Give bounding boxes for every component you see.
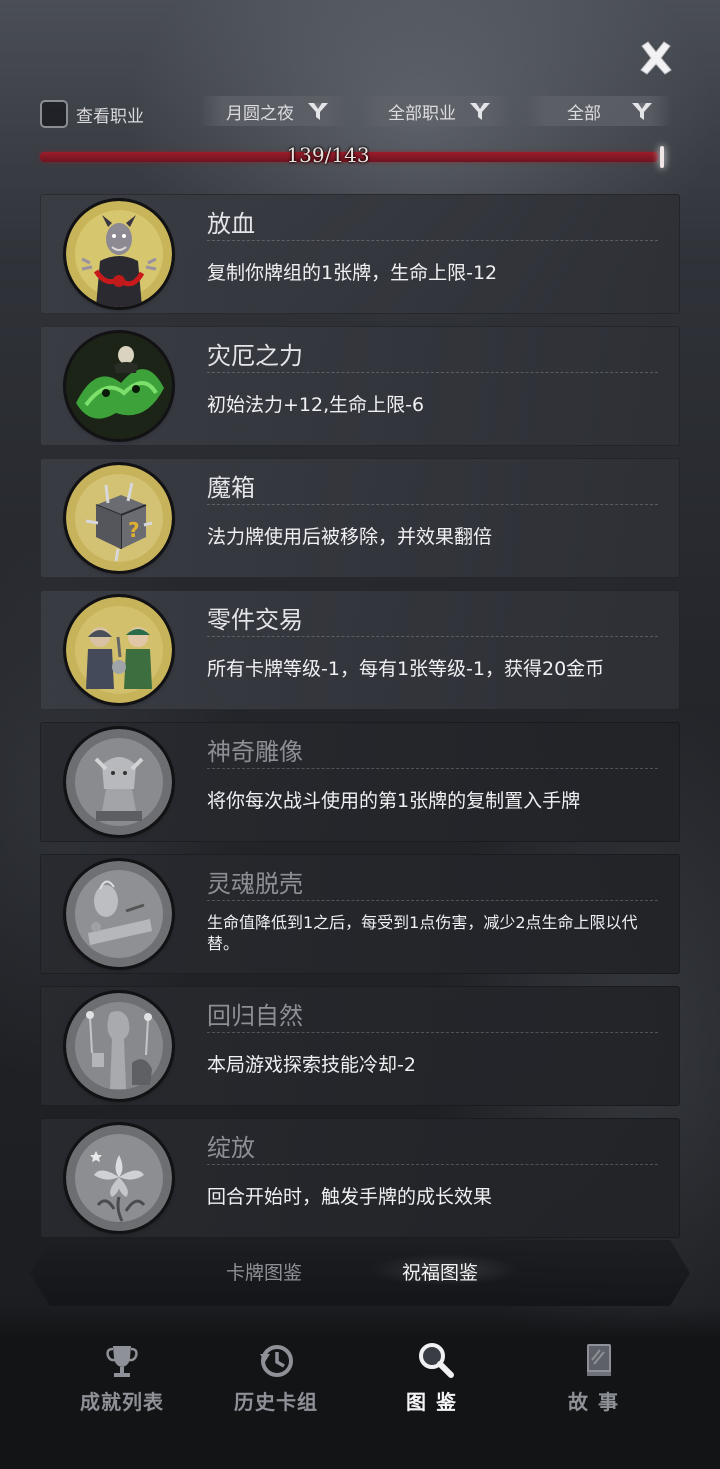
blessing-card[interactable]: 灵魂脱壳 生命值降低到1之后，每受到1点伤害，减少2点生命上限以代替。 [40,854,680,974]
show-class-checkbox[interactable] [40,100,68,128]
bottom-nav: 成就列表 历史卡组 图鉴 故事 [0,1306,720,1469]
show-class-toggle[interactable]: 查看职业 [40,100,144,128]
calamity-power-portrait [66,333,172,439]
status-filter-label: 全部 [567,103,601,124]
blessing-card[interactable]: ? 魔箱 法力牌使用后被移除，并效果翻倍 [40,458,680,578]
blessing-card[interactable]: 神奇雕像 将你每次战斗使用的第1张牌的复制置入手牌 [40,722,680,842]
parts-trade-portrait [66,597,172,703]
blessing-title: 零件交易 [207,606,303,634]
blessing-card[interactable]: 放血 复制你牌组的1张牌，生命上限-12 [40,194,680,314]
blessing-title: 放血 [207,210,255,238]
nav-history-label: 历史卡组 [234,1390,318,1414]
show-class-label: 查看职业 [76,106,144,127]
class-filter-dropdown[interactable]: 全部职业 [362,96,510,126]
tab-blessing-codex[interactable]: 祝福图鉴 [402,1258,478,1285]
divider [207,504,658,505]
blessing-card[interactable]: 回归自然 本局游戏探索技能冷却-2 [40,986,680,1106]
nav-codex-label: 图鉴 [406,1390,466,1414]
blessing-title: 灵魂脱壳 [207,870,303,898]
nav-history-decks[interactable]: 历史卡组 [206,1340,346,1415]
blessing-description: 生命值降低到1之后，每受到1点伤害，减少2点生命上限以代替。 [207,913,638,953]
soul-shed-portrait [66,861,172,967]
blessing-card[interactable]: 灾厄之力 初始法力+12,生命上限-6 [40,326,680,446]
status-filter-dropdown[interactable]: 全部 [524,96,672,126]
progress-text: 139/143 [286,143,370,167]
filter-icon [632,103,652,120]
blessing-title: 神奇雕像 [207,738,303,766]
blessing-card[interactable]: 绽放 回合开始时，触发手牌的成长效果 [40,1118,680,1238]
divider [207,636,658,637]
blessing-description: 本局游戏探索技能冷却-2 [207,1054,416,1076]
nav-story[interactable]: 故事 [528,1340,668,1415]
magic-box-portrait: ? [66,465,172,571]
filter-icon [470,103,490,120]
history-icon [260,1345,293,1377]
blessing-description: 初始法力+12,生命上限-6 [207,394,425,416]
blessing-description: 法力牌使用后被移除，并效果翻倍 [207,526,493,548]
close-icon [640,41,672,75]
blessing-description: 将你每次战斗使用的第1张牌的复制置入手牌 [207,790,581,812]
divider [207,1164,658,1165]
blessing-card[interactable]: 零件交易 所有卡牌等级-1，每有1张等级-1，获得20金币 [40,590,680,710]
nav-achievements[interactable]: 成就列表 [52,1340,192,1415]
close-button[interactable] [634,36,678,80]
blessing-description: 所有卡牌等级-1，每有1张等级-1，获得20金币 [207,658,605,680]
blessing-title: 回归自然 [207,1002,303,1030]
divider [207,900,658,901]
bloodletting-portrait [66,201,172,307]
blessing-description: 复制你牌组的1张牌，生命上限-12 [207,262,498,284]
blessing-list: 放血 复制你牌组的1张牌，生命上限-12 灾厄之力 初始法力+12,生命上限-6 [40,194,680,1250]
blessing-title: 灾厄之力 [207,342,303,370]
filter-bar: 查看职业 月圆之夜 全部职业 全部 [40,94,680,130]
trophy-icon [106,1346,138,1377]
return-to-nature-portrait [66,993,172,1099]
divider [207,1032,658,1033]
mode-filter-label: 月圆之夜 [226,103,294,124]
filter-icon [308,103,328,120]
nav-achievements-label: 成就列表 [80,1390,164,1414]
book-icon [587,1344,611,1376]
magnifier-icon [419,1343,454,1378]
codex-tabs: 卡牌图鉴 祝福图鉴 [30,1240,690,1306]
progress-bar-marker [660,146,664,168]
nav-story-label: 故事 [568,1390,628,1414]
bloom-portrait [66,1125,172,1231]
svg-text:?: ? [128,518,140,542]
miracle-statue-portrait [66,729,172,835]
blessing-title: 魔箱 [207,474,255,502]
mode-filter-dropdown[interactable]: 月圆之夜 [200,96,348,126]
class-filter-label: 全部职业 [388,103,456,124]
nav-codex[interactable]: 图鉴 [366,1340,506,1415]
divider [207,768,658,769]
blessing-description: 回合开始时，触发手牌的成长效果 [207,1186,493,1208]
divider [207,372,658,373]
blessing-title: 绽放 [207,1134,255,1162]
tab-card-codex[interactable]: 卡牌图鉴 [226,1258,302,1285]
divider [207,240,658,241]
collection-progress: 139/143 [40,143,676,168]
